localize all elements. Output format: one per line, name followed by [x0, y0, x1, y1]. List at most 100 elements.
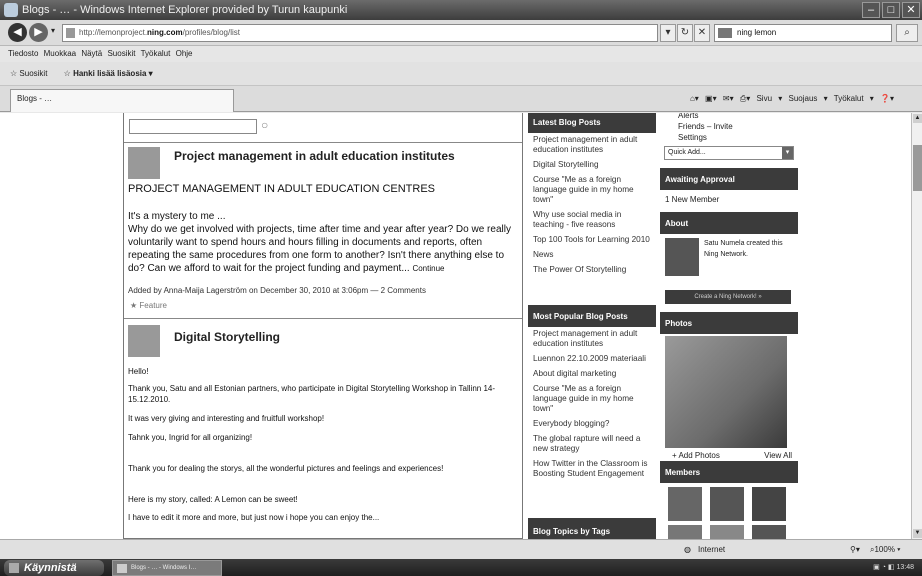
home-icon[interactable]: ⌂▾: [690, 94, 699, 103]
post-meta: Added by Anna-Maija Lagerström on Decemb…: [128, 286, 426, 295]
post-title[interactable]: Project management in adult education in…: [174, 149, 455, 163]
tab-label: Blogs - …: [17, 94, 53, 103]
search-area: ○: [124, 113, 522, 143]
member-avatar[interactable]: [710, 487, 744, 521]
close-button[interactable]: ✕: [902, 2, 920, 18]
menu-file[interactable]: Tiedosto: [8, 49, 38, 58]
history-dropdown-icon[interactable]: ▾: [51, 26, 55, 35]
excerpt-text: Why do we get involved with projects, ti…: [128, 224, 511, 274]
zone-settings-icon[interactable]: ⚲▾: [850, 540, 860, 560]
latest-post-link[interactable]: Project management in adult education in…: [528, 133, 656, 158]
safety-menu[interactable]: Suojaus ▾: [789, 94, 828, 103]
popular-post-link[interactable]: Everybody blogging?: [528, 417, 656, 432]
minimize-button[interactable]: –: [862, 2, 880, 18]
address-dropdown-icon[interactable]: ▾: [660, 24, 676, 42]
new-member-link[interactable]: 1 New Member: [660, 190, 798, 212]
menu-view[interactable]: Näytä: [81, 49, 102, 58]
feature-link[interactable]: ★ Feature: [130, 301, 167, 310]
stop-icon[interactable]: ✕: [694, 24, 710, 42]
quick-add-select[interactable]: Quick Add... ▾: [664, 146, 794, 160]
latest-post-link[interactable]: News: [528, 248, 656, 263]
post-title[interactable]: Digital Storytelling: [174, 330, 280, 344]
page-viewport: ○ Project management in adult education …: [0, 113, 911, 539]
alerts-link[interactable]: Alerts: [664, 113, 794, 121]
favorites-button[interactable]: Suosikit: [19, 69, 47, 78]
member-avatar[interactable]: [668, 525, 702, 539]
tray-icons[interactable]: ▣ ◔ ◧: [873, 564, 896, 571]
globe-icon: ◍: [684, 545, 691, 554]
refresh-icon[interactable]: ↻: [677, 24, 693, 42]
member-avatar[interactable]: [668, 487, 702, 521]
menu-favorites[interactable]: Suosikit: [107, 49, 135, 58]
add-photos-link[interactable]: + Add Photos: [672, 451, 720, 461]
security-zone: Internet: [698, 545, 726, 554]
vertical-scrollbar[interactable]: ▲ ▼: [911, 113, 922, 539]
popular-post-link[interactable]: Project management in adult education in…: [528, 327, 656, 352]
taskbar-item-ie[interactable]: Blogs - … - Windows I…: [112, 560, 222, 576]
ie-icon: [117, 564, 127, 573]
latest-post-link[interactable]: Why use social media in teaching - five …: [528, 208, 656, 233]
creator-avatar[interactable]: [665, 238, 699, 276]
popular-post-link[interactable]: About digital marketing: [528, 367, 656, 382]
popular-post-link[interactable]: The global rapture will need a new strat…: [528, 432, 656, 457]
latest-post-link[interactable]: Top 100 Tools for Learning 2010: [528, 233, 656, 248]
menu-edit[interactable]: Muokkaa: [44, 49, 76, 58]
blog-post: Project management in adult education in…: [124, 143, 522, 319]
create-network-button[interactable]: Create a Ning Network! »: [665, 290, 791, 304]
page-menu[interactable]: Sivu ▾: [756, 94, 782, 103]
latest-post-link[interactable]: Course "Me as a foreign language guide i…: [528, 173, 656, 208]
author-avatar[interactable]: [128, 325, 160, 357]
post-excerpt: Why do we get involved with projects, ti…: [128, 223, 518, 275]
feeds-icon[interactable]: ▣▾: [705, 94, 717, 103]
taskbar-item-label: Blogs - … - Windows I…: [131, 565, 197, 571]
zoom-value: 100%: [874, 545, 895, 554]
help-icon[interactable]: ❓▾: [880, 94, 894, 103]
popular-post-link[interactable]: Luennon 22.10.2009 materiaali: [528, 352, 656, 367]
search-icon[interactable]: ○: [261, 118, 268, 132]
scrollbar-thumb[interactable]: [913, 145, 922, 191]
post-paragraph: Hello!: [128, 367, 149, 376]
popular-post-link[interactable]: Course "Me as a foreign language guide i…: [528, 382, 656, 417]
add-favorite-icon[interactable]: ☆: [64, 69, 71, 78]
settings-link[interactable]: Settings: [664, 132, 794, 143]
friends-invite-link[interactable]: Friends – Invite: [664, 121, 794, 132]
title-bar: Blogs - … - Windows Internet Explorer pr…: [0, 0, 922, 20]
view-all-link[interactable]: View All: [764, 451, 792, 461]
menu-tools[interactable]: Työkalut: [141, 49, 171, 58]
member-avatar[interactable]: [710, 525, 744, 539]
photo-thumbnail[interactable]: [665, 336, 787, 448]
post-paragraph: I have to edit it more and more, but jus…: [128, 513, 380, 522]
maximize-button[interactable]: □: [882, 2, 900, 18]
back-button[interactable]: ◀: [8, 23, 27, 42]
forward-button[interactable]: ▶: [29, 23, 48, 42]
get-addons-link[interactable]: Hanki lisää lisäosia ▾: [73, 69, 153, 78]
member-avatar[interactable]: [752, 487, 786, 521]
print-icon[interactable]: ⎙▾: [740, 94, 750, 103]
search-input[interactable]: ning lemon: [714, 24, 892, 42]
command-bar: ⌂▾ ▣▾ ✉▾ ⎙▾ Sivu ▾ Suojaus ▾ Työkalut ▾ …: [690, 86, 894, 112]
latest-post-link[interactable]: Digital Storytelling: [528, 158, 656, 173]
mail-icon[interactable]: ✉▾: [723, 94, 734, 103]
zoom-level[interactable]: ⌕100% ▾: [870, 540, 901, 560]
approval-header: Awaiting Approval: [660, 170, 798, 190]
blog-search-input[interactable]: [129, 119, 257, 134]
member-avatar[interactable]: [752, 525, 786, 539]
tab-blogs[interactable]: Blogs - …: [10, 89, 234, 112]
scroll-down-icon[interactable]: ▼: [913, 529, 922, 538]
start-button[interactable]: Käynnistä: [4, 560, 104, 576]
post-paragraph: Tahnk you, Ingrid for all organizing!: [128, 433, 253, 442]
about-header: About: [660, 214, 798, 234]
tools-menu[interactable]: Työkalut ▾: [834, 94, 874, 103]
continue-link[interactable]: Continue: [412, 264, 444, 273]
menu-help[interactable]: Ohje: [176, 49, 193, 58]
latest-post-link[interactable]: The Power Of Storytelling: [528, 263, 656, 278]
star-icon: ★: [130, 301, 140, 310]
post-paragraph: Thank you for dealing the storys, all th…: [128, 464, 444, 473]
popular-post-link[interactable]: How Twitter in the Classroom is Boosting…: [528, 457, 656, 482]
clock[interactable]: 13:48: [896, 564, 914, 571]
account-links: Alerts Friends – Invite Settings Quick A…: [660, 113, 798, 168]
scroll-up-icon[interactable]: ▲: [913, 114, 922, 123]
author-avatar[interactable]: [128, 147, 160, 179]
search-go-icon[interactable]: ⌕: [896, 24, 918, 42]
address-input[interactable]: http://lemonproject.ning.com/profiles/bl…: [62, 24, 658, 42]
